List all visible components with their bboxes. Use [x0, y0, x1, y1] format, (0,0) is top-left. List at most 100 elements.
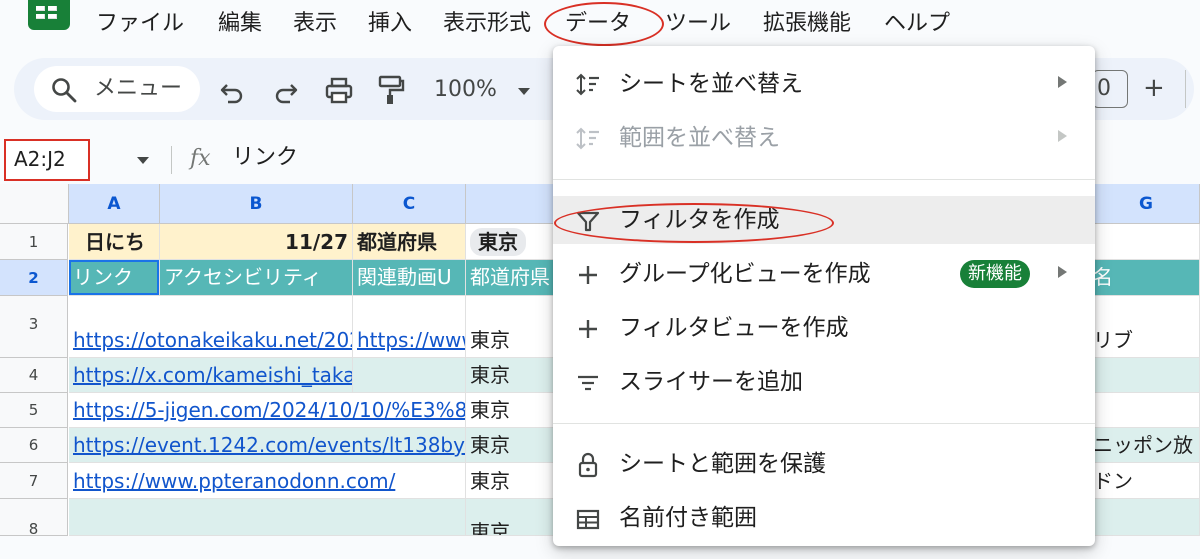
- search-icon: [52, 78, 77, 103]
- menu-item-label: シートを並べ替え: [619, 71, 803, 97]
- font-size-increase-button[interactable]: +: [1143, 72, 1165, 104]
- cell-g8[interactable]: [1093, 499, 1200, 536]
- menu-divider: [553, 423, 1095, 424]
- lock-icon: [578, 452, 598, 478]
- cell-d1[interactable]: 東京: [466, 224, 556, 260]
- cell-a5[interactable]: https://5-jigen.com/2024/10/10/%E3%82: [69, 393, 466, 428]
- cell-c2[interactable]: 関連動画U: [353, 260, 466, 296]
- cell-g2[interactable]: 名: [1093, 260, 1200, 296]
- column-header-c[interactable]: C: [353, 184, 466, 224]
- cell-a6-link[interactable]: https://event.1242.com/events/lt138by/: [73, 433, 465, 457]
- menu-edit[interactable]: 編集: [218, 6, 262, 42]
- cell-d7[interactable]: 東京: [466, 463, 556, 499]
- submenu-arrow-icon: [1058, 266, 1067, 278]
- menu-item-protect-sheets[interactable]: シートと範囲を保護: [553, 440, 1095, 488]
- menu-file[interactable]: ファイル: [96, 6, 184, 42]
- cell-d5[interactable]: 東京: [466, 393, 556, 428]
- menu-item-label: スライサーを追加: [619, 369, 803, 395]
- submenu-arrow-icon: [1058, 76, 1067, 88]
- column-header-a[interactable]: A: [69, 184, 160, 224]
- cell-a3-link[interactable]: https://otonakeikaku.net/2024: [73, 328, 352, 352]
- font-size-value: 0: [1097, 76, 1111, 101]
- slicer-icon: [578, 375, 598, 391]
- formula-input[interactable]: リンク: [232, 143, 298, 173]
- cell-c3-link[interactable]: https://www: [357, 328, 465, 352]
- cell-d2[interactable]: 都道府県: [466, 260, 556, 296]
- cell-g4[interactable]: [1093, 358, 1200, 393]
- cell-a3[interactable]: https://otonakeikaku.net/2024: [69, 296, 353, 358]
- menu-tools[interactable]: ツール: [665, 6, 731, 42]
- menu-view[interactable]: 表示: [293, 6, 337, 42]
- sheets-logo-icon[interactable]: [28, 0, 70, 30]
- row-header-5[interactable]: 5: [0, 393, 68, 428]
- row-header-4[interactable]: 4: [0, 358, 68, 393]
- cell-c1[interactable]: 都道府県: [353, 224, 466, 260]
- cell-a7-link[interactable]: https://www.ppteranodonn.com/: [73, 469, 395, 493]
- cell-a1[interactable]: 日にち: [69, 224, 160, 260]
- active-cell-border: [69, 260, 159, 295]
- table-icon: [576, 509, 600, 530]
- cell-g1[interactable]: [1093, 224, 1200, 260]
- sort-icon: [576, 73, 599, 96]
- cell-a8[interactable]: [69, 499, 466, 536]
- formula-divider: [171, 146, 172, 174]
- paint-format-icon[interactable]: [376, 74, 406, 106]
- cell-a6[interactable]: https://event.1242.com/events/lt138by/: [69, 428, 466, 463]
- menu-item-label: シートと範囲を保護: [619, 451, 826, 477]
- cell-d3[interactable]: 東京: [466, 296, 556, 358]
- cell-a5-link[interactable]: https://5-jigen.com/2024/10/10/%E3%82: [73, 398, 465, 422]
- row-header-3[interactable]: 3: [0, 296, 68, 358]
- column-header-b[interactable]: B: [160, 184, 353, 224]
- menu-search-label: メニュー: [94, 76, 183, 101]
- cell-c4[interactable]: [353, 358, 466, 393]
- cell-g7[interactable]: ドン: [1093, 463, 1200, 499]
- row-header-1[interactable]: 1: [0, 224, 68, 260]
- select-all-corner[interactable]: [0, 184, 69, 224]
- cell-d6[interactable]: 東京: [466, 428, 556, 463]
- cell-g3[interactable]: リブ: [1093, 296, 1200, 358]
- row-header-8[interactable]: 8: [0, 499, 68, 538]
- menu-item-label: 範囲を並べ替え: [619, 125, 780, 151]
- redo-icon[interactable]: [272, 78, 300, 106]
- print-icon[interactable]: [324, 76, 354, 106]
- menu-help[interactable]: ヘルプ: [884, 6, 950, 42]
- cell-a7[interactable]: https://www.ppteranodonn.com/: [69, 463, 466, 499]
- cell-g5[interactable]: [1093, 393, 1200, 428]
- column-header-d[interactable]: [466, 184, 556, 224]
- create-filter-highlight-ring: [554, 203, 834, 243]
- menu-item-sort-range: 範囲を並べ替え: [553, 114, 1095, 162]
- fx-icon: fx: [190, 146, 211, 171]
- cell-a4-link[interactable]: https://x.com/kameishi_taka: [73, 363, 352, 387]
- name-box-dropdown-icon[interactable]: [137, 157, 149, 164]
- cell-b1[interactable]: 11/27: [160, 224, 353, 260]
- menu-format[interactable]: 表示形式: [443, 6, 531, 42]
- cell-d4[interactable]: 東京: [466, 358, 556, 393]
- menu-item-label: フィルタビューを作成: [619, 315, 849, 341]
- toolbar-divider: [1185, 70, 1186, 108]
- cell-a4[interactable]: https://x.com/kameishi_taka: [69, 358, 353, 393]
- menu-item-label: 名前付き範囲: [619, 505, 757, 531]
- menu-item-create-filter-view[interactable]: フィルタビューを作成: [553, 304, 1095, 352]
- menu-insert[interactable]: 挿入: [368, 6, 412, 42]
- column-header-g[interactable]: G: [1093, 184, 1200, 224]
- row-header-2[interactable]: 2: [0, 260, 68, 296]
- undo-icon[interactable]: [218, 78, 246, 106]
- zoom-dropdown-icon[interactable]: [518, 88, 530, 95]
- data-menu-highlight-ring: [544, 2, 664, 46]
- menu-extensions[interactable]: 拡張機能: [763, 6, 851, 42]
- cell-b2[interactable]: アクセシビリティ: [160, 260, 353, 296]
- new-feature-badge: 新機能: [960, 260, 1030, 288]
- menu-divider: [553, 179, 1095, 180]
- menu-item-add-slicer[interactable]: スライサーを追加: [553, 358, 1095, 406]
- sort-range-icon: [576, 127, 599, 150]
- row-header-7[interactable]: 7: [0, 463, 68, 499]
- menu-item-sort-sheet[interactable]: シートを並べ替え: [553, 60, 1095, 108]
- cell-c3[interactable]: https://www: [353, 296, 466, 358]
- submenu-arrow-icon: [1058, 130, 1067, 142]
- row-header-6[interactable]: 6: [0, 428, 68, 463]
- zoom-select[interactable]: 100%: [434, 74, 497, 106]
- cell-g6[interactable]: ニッポン放: [1093, 428, 1200, 463]
- menu-item-named-ranges[interactable]: 名前付き範囲: [553, 494, 1095, 536]
- name-box-value: A2:J2: [14, 147, 66, 171]
- cell-d8[interactable]: 東京: [466, 499, 556, 536]
